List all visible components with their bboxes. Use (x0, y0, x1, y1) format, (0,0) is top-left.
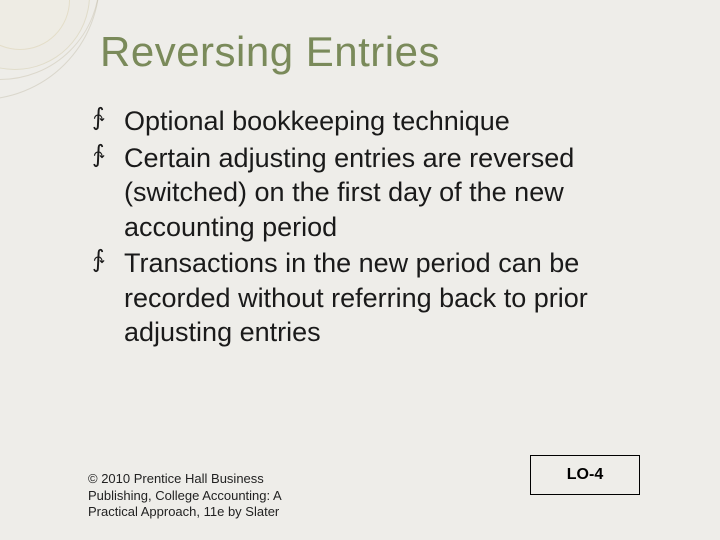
bullet-text: Transactions in the new period can be re… (124, 248, 588, 347)
learning-objective-badge: LO-4 (530, 455, 640, 495)
bullet-glyph-icon: ∱ (92, 248, 105, 272)
learning-objective-label: LO-4 (567, 466, 603, 484)
bullet-text: Optional bookkeeping technique (124, 106, 510, 136)
slide-title: Reversing Entries (100, 28, 680, 76)
bullet-item: ∱ Transactions in the new period can be … (124, 246, 680, 350)
bullet-glyph-icon: ∱ (92, 143, 105, 167)
slide-content: Reversing Entries ∱ Optional bookkeeping… (0, 0, 720, 540)
bullet-glyph-icon: ∱ (92, 106, 105, 130)
bullet-text: Certain adjusting entries are reversed (… (124, 143, 574, 242)
copyright-text: © 2010 Prentice Hall Business Publishing… (88, 471, 318, 520)
bullet-item: ∱ Optional bookkeeping technique (124, 104, 680, 139)
bullet-item: ∱ Certain adjusting entries are reversed… (124, 141, 680, 245)
bullet-list: ∱ Optional bookkeeping technique ∱ Certa… (100, 104, 680, 350)
